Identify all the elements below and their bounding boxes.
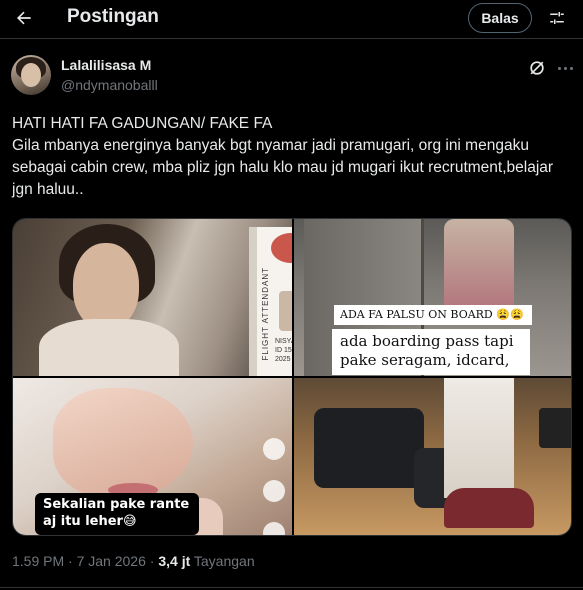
post-time[interactable]: 1.59 PM	[12, 553, 64, 569]
tiktok-side-icons	[263, 438, 287, 535]
post-text: HATI HATI FA GADUNGAN/ FAKE FA Gila mban…	[12, 113, 577, 201]
media-image-4[interactable]	[294, 378, 571, 535]
author-name[interactable]: Lalalilisasa M	[61, 57, 151, 73]
page-title: Postingan	[67, 6, 159, 27]
back-arrow-icon[interactable]	[8, 2, 40, 34]
avatar[interactable]	[11, 55, 51, 95]
media-grid[interactable]: FLIGHT ATTENDANT NISYA ID 15 2025 ADA FA…	[12, 218, 572, 536]
caption-fake-fa: ADA FA PALSU ON BOARD 😩😩	[334, 305, 532, 325]
caption-boarding-pass: ada boarding pass tapi pake seragam, idc…	[332, 329, 530, 375]
id-card: FLIGHT ATTENDANT NISYA ID 15 2025	[249, 227, 292, 376]
id-card-label: FLIGHT ATTENDANT	[261, 267, 270, 361]
post-text-line2: Gila mbanya energinya banyak bgt nyamar …	[12, 137, 554, 198]
media-image-3[interactable]: Sekalian pake rante aj itu leher😅	[13, 378, 292, 535]
caption-rante: Sekalian pake rante aj itu leher😅	[35, 493, 199, 535]
filter-icon[interactable]	[544, 5, 570, 31]
media-image-1[interactable]: FLIGHT ATTENDANT NISYA ID 15 2025	[13, 219, 292, 376]
header-divider	[0, 38, 583, 39]
post-meta: 1.59 PM · 7 Jan 2026 · 3,4 jt Tayangan	[12, 553, 255, 569]
post-text-line1: HATI HATI FA GADUNGAN/ FAKE FA	[12, 115, 273, 132]
reply-button[interactable]: Balas	[468, 3, 532, 33]
header: Postingan Balas	[0, 0, 583, 36]
more-options-icon[interactable]	[553, 58, 577, 78]
author-handle[interactable]: @ndymanoballl	[61, 77, 158, 93]
media-image-2[interactable]: ADA FA PALSU ON BOARD 😩😩 ada boarding pa…	[294, 219, 571, 376]
views-count: 3,4 jt	[158, 553, 191, 569]
bottom-divider	[0, 587, 583, 588]
views-label: Tayangan	[193, 553, 255, 569]
grok-icon[interactable]	[527, 58, 547, 78]
post-date[interactable]: 7 Jan 2026	[77, 553, 146, 569]
id-card-name: NISYA ID 15 2025	[275, 338, 292, 363]
